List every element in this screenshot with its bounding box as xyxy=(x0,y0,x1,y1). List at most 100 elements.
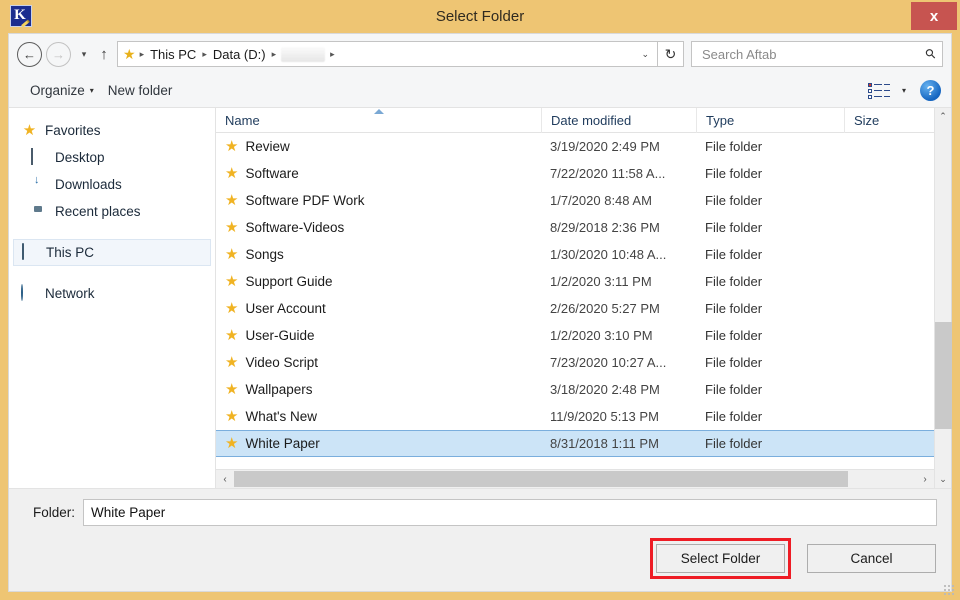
file-name-cell: ★ White Paper xyxy=(216,436,541,451)
refresh-button[interactable]: ↻ xyxy=(658,41,684,67)
table-row[interactable]: ★ Software PDF Work 1/7/2020 8:48 AM Fil… xyxy=(216,187,934,214)
breadcrumb-separator: ▸ xyxy=(328,49,337,60)
scroll-up-button[interactable]: ⌃ xyxy=(935,108,952,125)
arrow-right-icon: → xyxy=(52,47,65,62)
table-row[interactable]: ★ Video Script 7/23/2020 10:27 A... File… xyxy=(216,349,934,376)
forward-button[interactable]: → xyxy=(46,42,71,67)
folder-star-icon: ★ xyxy=(225,166,238,181)
list-view-icon[interactable] xyxy=(868,83,890,99)
view-options-caret-icon[interactable]: ▾ xyxy=(902,86,906,95)
organize-button[interactable]: Organize ▾ xyxy=(23,80,101,101)
title-bar: K Select Folder x xyxy=(0,0,960,33)
file-name-cell: ★ Support Guide xyxy=(216,274,541,289)
file-type-cell: File folder xyxy=(696,247,844,262)
desktop-icon xyxy=(31,149,48,166)
file-name-label: White Paper xyxy=(245,436,319,451)
scroll-left-button[interactable]: ‹ xyxy=(216,474,234,485)
sidebar-item-label: This PC xyxy=(46,245,94,260)
file-date-cell: 7/22/2020 11:58 A... xyxy=(541,166,696,181)
table-row[interactable]: ★ Software-Videos 8/29/2018 2:36 PM File… xyxy=(216,214,934,241)
column-header-name[interactable]: Name xyxy=(216,108,541,133)
file-name-cell: ★ User-Guide xyxy=(216,328,541,343)
breadcrumb-separator: ▸ xyxy=(270,49,279,60)
sidebar-item-downloads[interactable]: Downloads xyxy=(9,171,215,198)
sidebar-item-label: Favorites xyxy=(45,123,101,138)
file-date-cell: 8/29/2018 2:36 PM xyxy=(541,220,696,235)
table-row[interactable]: ★ Songs 1/30/2020 10:48 A... File folder xyxy=(216,241,934,268)
up-button[interactable]: ↑ xyxy=(93,46,115,63)
file-name-label: What's New xyxy=(245,409,317,424)
recent-places-icon xyxy=(31,203,48,220)
breadcrumb[interactable]: ★ ▸ This PC ▸ Data (D:) ▸ ▸ ⌄ xyxy=(117,41,658,67)
vertical-scroll-thumb[interactable] xyxy=(935,322,952,429)
file-name-label: Review xyxy=(245,139,289,154)
search-input[interactable] xyxy=(700,46,926,63)
table-row[interactable]: ★ What's New 11/9/2020 5:13 PM File fold… xyxy=(216,403,934,430)
file-name-cell: ★ Songs xyxy=(216,247,541,262)
back-button[interactable]: ← xyxy=(17,42,42,67)
file-name-label: Video Script xyxy=(245,355,318,370)
sidebar-item-label: Recent places xyxy=(55,204,141,219)
file-name-cell: ★ Software PDF Work xyxy=(216,193,541,208)
file-name-label: Support Guide xyxy=(245,274,332,289)
file-name-cell: ★ Software xyxy=(216,166,541,181)
cancel-button[interactable]: Cancel xyxy=(807,544,936,573)
table-row-selected[interactable]: ★ White Paper 8/31/2018 1:11 PM File fol… xyxy=(216,430,934,457)
app-icon-letter: K xyxy=(14,8,26,23)
downloads-icon xyxy=(31,176,48,193)
table-row[interactable]: ★ User Account 2/26/2020 5:27 PM File fo… xyxy=(216,295,934,322)
window-title: Select Folder xyxy=(0,8,960,25)
table-row[interactable]: ★ Support Guide 1/2/2020 3:11 PM File fo… xyxy=(216,268,934,295)
close-button[interactable]: x xyxy=(911,2,957,30)
recent-locations-button[interactable]: ▾ xyxy=(75,49,93,60)
table-row[interactable]: ★ Software 7/22/2020 11:58 A... File fol… xyxy=(216,160,934,187)
sidebar-item-network[interactable]: Network xyxy=(9,280,215,307)
column-header-date-modified[interactable]: Date modified xyxy=(541,108,696,133)
help-button[interactable]: ? xyxy=(920,80,941,101)
search-box[interactable]: ⚲ xyxy=(691,41,943,67)
file-type-cell: File folder xyxy=(696,139,844,154)
sidebar-item-recent-places[interactable]: Recent places xyxy=(9,198,215,225)
file-date-cell: 2/26/2020 5:27 PM xyxy=(541,301,696,316)
table-row[interactable]: ★ User-Guide 1/2/2020 3:10 PM File folde… xyxy=(216,322,934,349)
table-row[interactable]: ★ Review 3/19/2020 2:49 PM File folder xyxy=(216,133,934,160)
vertical-scroll-track[interactable] xyxy=(935,125,952,471)
table-row[interactable]: ★ Wallpapers 3/18/2020 2:48 PM File fold… xyxy=(216,376,934,403)
dialog-body: ★ Favorites Desktop Downloads Recent pla… xyxy=(9,108,951,488)
file-date-cell: 11/9/2020 5:13 PM xyxy=(541,409,696,424)
organize-label: Organize xyxy=(30,83,85,98)
scroll-down-button[interactable]: ⌄ xyxy=(935,471,952,488)
folder-input[interactable] xyxy=(83,499,937,526)
sidebar-item-desktop[interactable]: Desktop xyxy=(9,144,215,171)
horizontal-scrollbar[interactable]: ‹ › xyxy=(216,469,934,488)
file-date-cell: 1/30/2020 10:48 A... xyxy=(541,247,696,262)
breadcrumb-item-data-d[interactable]: Data (D:) xyxy=(209,47,270,62)
resize-grip[interactable] xyxy=(943,584,955,596)
column-header-type[interactable]: Type xyxy=(696,108,844,133)
navigation-bar: ← → ▾ ↑ ★ ▸ This PC ▸ Data (D:) ▸ ▸ ⌄ ↻ xyxy=(9,34,951,74)
scroll-right-button[interactable]: › xyxy=(916,474,934,485)
select-folder-button[interactable]: Select Folder xyxy=(656,544,785,573)
vertical-scrollbar[interactable]: ⌃ ⌄ xyxy=(934,108,951,488)
breadcrumb-item-this-pc[interactable]: This PC xyxy=(146,47,200,62)
file-name-label: Software PDF Work xyxy=(245,193,364,208)
file-date-cell: 3/19/2020 2:49 PM xyxy=(541,139,696,154)
file-type-cell: File folder xyxy=(696,409,844,424)
sidebar-item-label: Desktop xyxy=(55,150,105,165)
horizontal-scroll-track[interactable] xyxy=(234,470,916,489)
chevron-down-icon[interactable]: ⌄ xyxy=(635,49,655,60)
sidebar-item-favorites[interactable]: ★ Favorites xyxy=(9,117,215,144)
new-folder-button[interactable]: New folder xyxy=(101,80,180,101)
horizontal-scroll-thumb[interactable] xyxy=(234,471,848,487)
file-type-cell: File folder xyxy=(696,166,844,181)
sidebar-item-this-pc[interactable]: This PC xyxy=(13,239,211,266)
file-type-cell: File folder xyxy=(696,220,844,235)
navigation-sidebar: ★ Favorites Desktop Downloads Recent pla… xyxy=(9,108,216,488)
star-icon: ★ xyxy=(21,122,38,139)
file-name-cell: ★ Software-Videos xyxy=(216,220,541,235)
sort-ascending-icon xyxy=(374,109,384,114)
breadcrumb-item-redacted[interactable] xyxy=(281,47,325,62)
file-list-pane: Name Date modified Type Size ★ Review 3/… xyxy=(216,108,934,488)
column-header-size[interactable]: Size xyxy=(844,108,934,133)
file-name-label: User-Guide xyxy=(245,328,314,343)
